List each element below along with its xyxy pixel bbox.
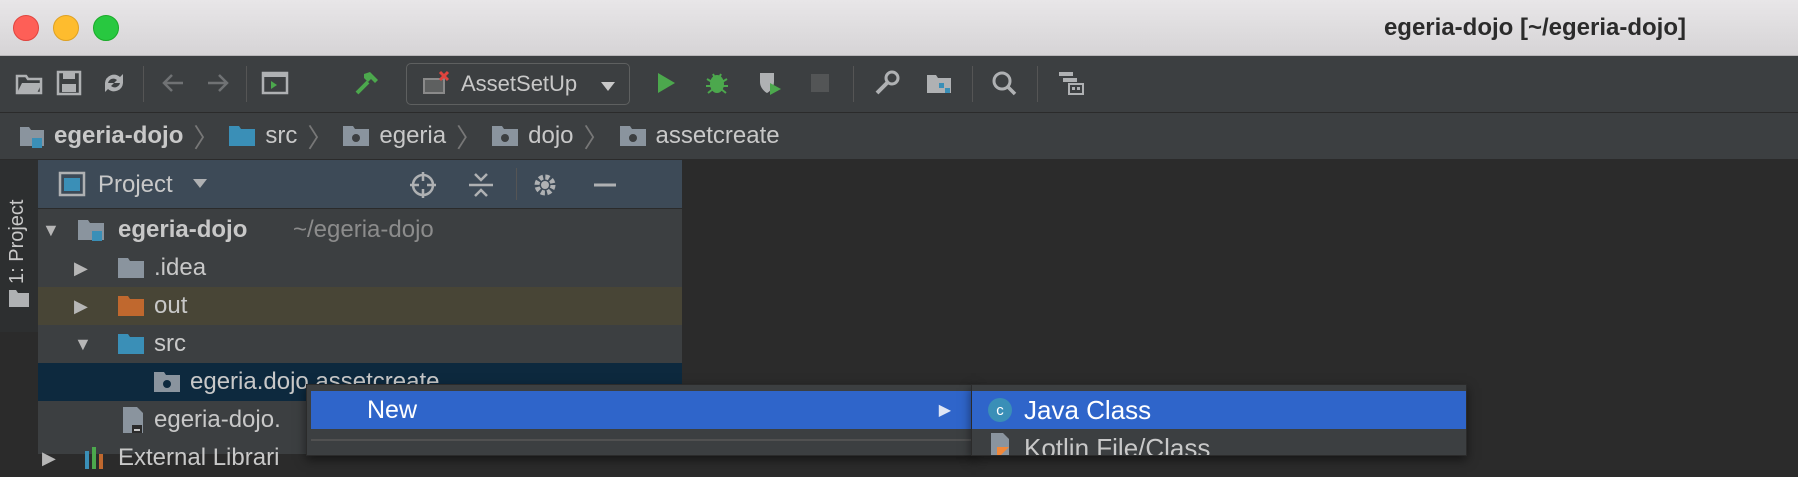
coverage-icon[interactable] <box>753 66 787 100</box>
excluded-folder-icon <box>118 296 144 316</box>
tree-node-label: out <box>154 292 188 319</box>
presentation-assistant-icon[interactable] <box>1054 66 1088 100</box>
collapsed-arrow-icon[interactable]: ▶ <box>42 448 56 469</box>
tree-node-label: egeria-dojo <box>118 216 248 243</box>
open-folder-icon[interactable] <box>12 66 46 100</box>
module-file-icon <box>123 407 143 433</box>
menu-item-java-class[interactable]: c Java Class <box>972 391 1466 429</box>
menu-item-new[interactable]: New ▶ <box>311 391 971 429</box>
tree-node-label: egeria-dojo. <box>154 406 281 433</box>
new-submenu: c Java Class Kotlin File/Class <box>971 384 1467 456</box>
breadcrumb-label: egeria <box>379 122 447 149</box>
tree-node-path: ~/egeria-dojo <box>293 216 434 243</box>
search-icon[interactable] <box>987 66 1021 100</box>
breadcrumb-item-egeria[interactable]: egeria 〉 <box>333 118 482 155</box>
debug-bug-icon[interactable] <box>700 66 734 100</box>
breadcrumb-separator: 〉 <box>456 122 483 153</box>
toolbar-separator <box>853 66 854 102</box>
project-structure-icon[interactable] <box>922 66 956 100</box>
breadcrumb-label: src <box>265 122 298 149</box>
tree-node-label: External Librari <box>118 444 280 471</box>
toolbar-separator <box>972 66 973 102</box>
toolbar-separator <box>1037 66 1038 102</box>
tree-node-root[interactable]: ▼ egeria-dojo ~/egeria-dojo <box>38 211 682 249</box>
package-folder-icon <box>492 126 519 146</box>
run-config-label: AssetSetUp <box>461 71 578 96</box>
tree-node-idea[interactable]: ▶ .idea <box>38 249 682 287</box>
back-arrow-icon[interactable] <box>156 66 190 100</box>
breadcrumb-separator: 〉 <box>583 122 610 153</box>
breadcrumb-separator: 〉 <box>307 122 334 153</box>
menu-item-kotlin-file[interactable]: Kotlin File/Class <box>972 429 1466 456</box>
breadcrumb-label: egeria-dojo <box>54 122 184 149</box>
package-folder-icon <box>154 372 180 392</box>
collapsed-arrow-icon[interactable]: ▶ <box>74 296 88 317</box>
breadcrumb-item-src[interactable]: src 〉 <box>219 118 333 155</box>
tree-node-src[interactable]: ▼ src <box>38 325 682 363</box>
menu-item-label: Kotlin File/Class <box>1024 432 1211 456</box>
breadcrumb-item-root[interactable]: egeria-dojo 〉 <box>0 118 219 155</box>
run-config-error-icon <box>421 70 453 104</box>
tree-node-label: src <box>154 330 186 357</box>
submenu-arrow-icon: ▶ <box>938 402 951 419</box>
build-hammer-icon[interactable] <box>350 66 384 100</box>
breadcrumb-label: assetcreate <box>655 122 780 149</box>
breadcrumb-item-assetcreate[interactable]: assetcreate <box>610 122 780 150</box>
project-view-icon <box>58 171 86 197</box>
wrench-settings-icon[interactable] <box>870 66 904 100</box>
locate-target-icon[interactable] <box>408 170 438 200</box>
context-menu: New ▶ <box>306 384 976 456</box>
stop-icon[interactable] <box>803 66 837 100</box>
minimize-window-button[interactable] <box>53 15 79 41</box>
tool-window-strip: 1: Project <box>0 160 39 332</box>
breadcrumb-item-dojo[interactable]: dojo 〉 <box>482 118 610 155</box>
header-separator <box>516 168 517 200</box>
toolbar-separator <box>143 66 144 102</box>
run-play-icon[interactable] <box>648 66 682 100</box>
java-class-icon: c <box>988 398 1012 422</box>
menu-separator <box>311 439 971 441</box>
project-panel-header: Project <box>38 160 682 209</box>
module-folder-icon <box>20 127 44 148</box>
window-title: egeria-dojo [~/egeria-dojo] <box>1383 14 1686 41</box>
chevron-down-icon[interactable] <box>191 177 209 191</box>
save-icon[interactable] <box>52 66 86 100</box>
collapsed-arrow-icon[interactable]: ▶ <box>74 258 88 279</box>
source-folder-icon <box>118 334 144 354</box>
menu-item-label: Java Class <box>1024 394 1152 425</box>
forward-arrow-icon[interactable] <box>201 66 235 100</box>
folder-icon <box>9 290 29 307</box>
toolbar-separator <box>246 66 247 102</box>
breadcrumb-separator: 〉 <box>193 122 220 153</box>
kotlin-file-icon <box>991 433 1009 455</box>
package-folder-icon <box>619 126 646 146</box>
project-tool-tab[interactable]: 1: Project <box>0 160 38 332</box>
tree-node-out[interactable]: ▶ out <box>38 287 682 325</box>
expanded-arrow-icon[interactable]: ▼ <box>74 334 92 355</box>
maximize-window-button[interactable] <box>93 15 119 41</box>
breadcrumb-label: dojo <box>528 122 574 149</box>
project-view-dropdown[interactable]: Project <box>98 171 173 199</box>
folder-icon <box>118 258 144 278</box>
library-icon <box>85 447 103 469</box>
title-bar: egeria-dojo [~/egeria-dojo] <box>0 0 1798 56</box>
breadcrumb: egeria-dojo 〉 src 〉 egeria 〉 dojo 〉 asse… <box>0 113 1798 160</box>
main-toolbar: AssetSetUp <box>0 56 1798 113</box>
run-window-icon[interactable] <box>258 66 292 100</box>
module-folder-icon <box>78 220 104 241</box>
menu-item-label: New <box>367 395 418 424</box>
close-window-button[interactable] <box>13 15 39 41</box>
run-configuration-dropdown[interactable]: AssetSetUp <box>406 63 630 105</box>
package-folder-icon <box>343 126 370 146</box>
gear-icon[interactable] <box>530 170 560 200</box>
tree-node-label: .idea <box>154 254 207 281</box>
project-tab-label: 1: Project <box>6 199 28 284</box>
source-folder-icon <box>229 126 256 146</box>
svg-text:c: c <box>996 402 1004 419</box>
sync-icon[interactable] <box>97 66 131 100</box>
chevron-down-icon <box>599 75 617 101</box>
expanded-arrow-icon[interactable]: ▼ <box>42 220 60 241</box>
hide-panel-icon[interactable] <box>590 170 620 200</box>
collapse-all-icon[interactable] <box>466 170 496 200</box>
